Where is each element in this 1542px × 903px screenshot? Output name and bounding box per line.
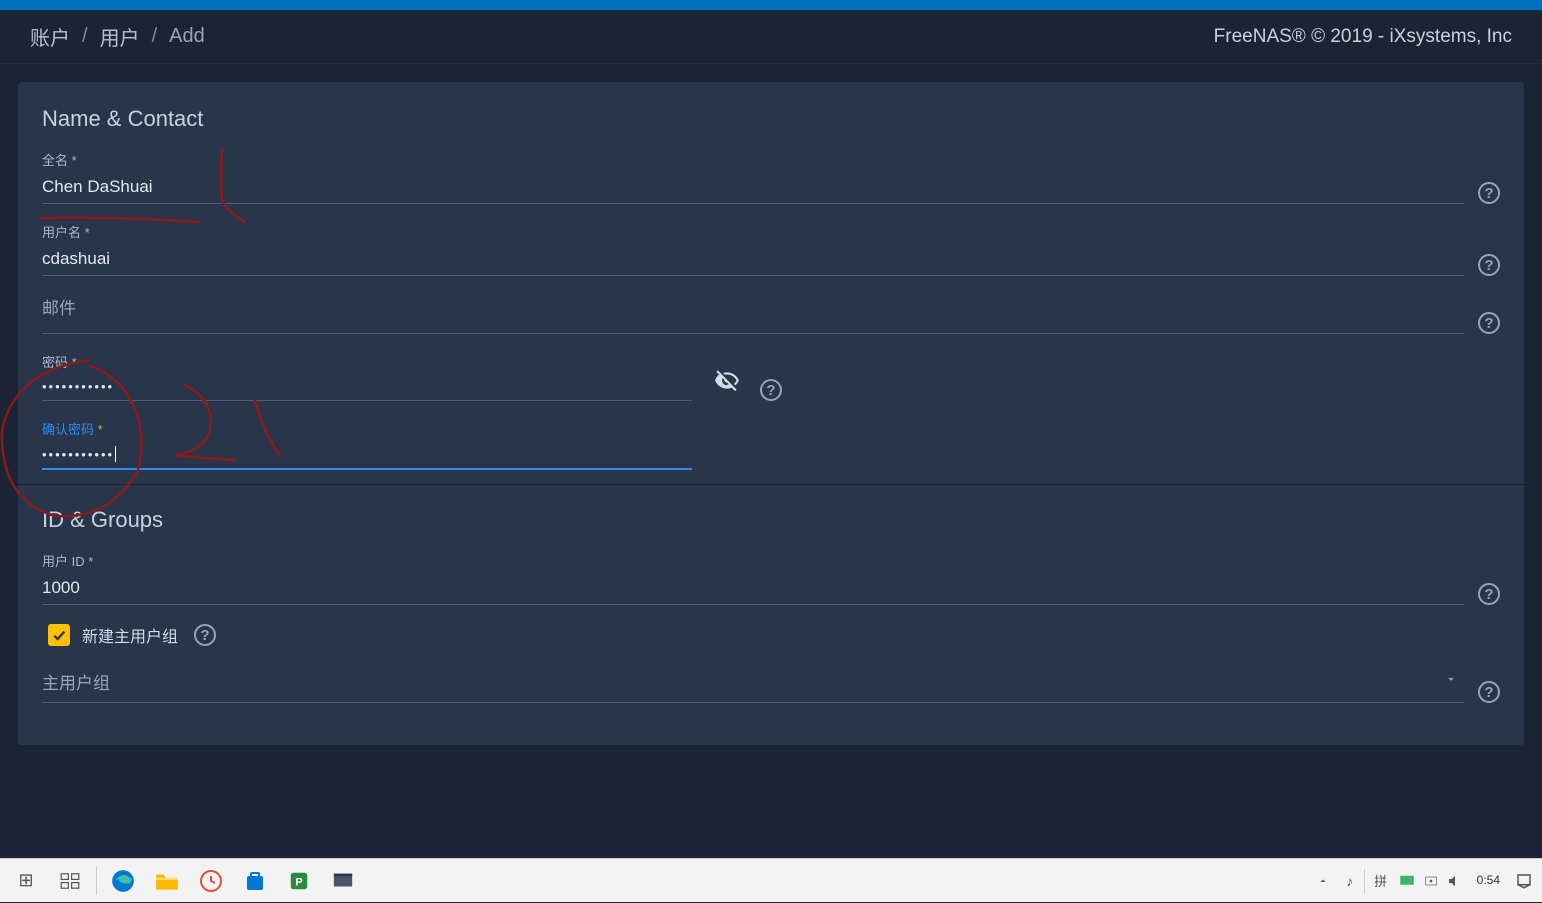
userid-input[interactable] [42, 574, 1464, 605]
section-divider [18, 484, 1524, 485]
password-input[interactable] [42, 375, 692, 401]
notification-icon[interactable] [1510, 859, 1538, 903]
content-area: Name & Contact 全名 ? 用户名 ? 邮件 ? [0, 64, 1542, 834]
store-icon[interactable] [233, 859, 277, 903]
help-icon[interactable]: ? [1478, 182, 1500, 204]
primary-group-label: 主用户组 [42, 669, 110, 694]
tray-icon-2[interactable] [1395, 859, 1419, 903]
confirm-password-input[interactable]: ••••••••••• [42, 442, 692, 470]
top-accent-bar [0, 0, 1542, 10]
breadcrumb-separator: / [82, 25, 88, 48]
password-label: 密码 [42, 352, 692, 371]
app-icon[interactable] [189, 859, 233, 903]
tray-arrow-icon[interactable] [1308, 859, 1338, 903]
breadcrumb-item-add: Add [169, 25, 205, 48]
breadcrumb-item-users[interactable]: 用户 [100, 22, 140, 51]
svg-text:P: P [295, 876, 302, 888]
taskbar: ⊞ P ♪ 拼 0:54 [0, 858, 1542, 902]
username-label: 用户名 [42, 222, 1464, 241]
app-icon-3[interactable] [321, 859, 365, 903]
help-icon[interactable]: ? [1478, 312, 1500, 334]
volume-icon[interactable] [1443, 859, 1467, 903]
confirm-password-label: 确认密码 [42, 419, 692, 438]
brand-text: FreeNAS® © 2019 - iXsystems, Inc [1214, 26, 1512, 48]
fullname-label: 全名 [42, 150, 1464, 169]
edge-icon[interactable] [101, 859, 145, 903]
breadcrumb-separator: / [152, 25, 158, 48]
help-icon[interactable]: ? [1478, 254, 1500, 276]
breadcrumb-item-account[interactable]: 账户 [30, 22, 70, 51]
userid-label: 用户 ID [42, 551, 1464, 570]
new-primary-group-label: 新建主用户组 [82, 623, 178, 647]
help-icon[interactable]: ? [194, 624, 216, 646]
ime-icon[interactable]: 拼 [1367, 859, 1395, 903]
fullname-input[interactable] [42, 173, 1464, 204]
task-view-icon[interactable] [48, 859, 92, 903]
form-panel: Name & Contact 全名 ? 用户名 ? 邮件 ? [18, 82, 1524, 745]
help-icon[interactable]: ? [1478, 583, 1500, 605]
taskbar-clock[interactable]: 0:54 [1467, 873, 1510, 887]
tray-icon[interactable]: ♪ [1338, 859, 1362, 903]
visibility-off-icon[interactable] [712, 368, 742, 399]
file-explorer-icon[interactable] [145, 859, 189, 903]
username-input[interactable] [42, 245, 1464, 276]
breadcrumb: 账户 / 用户 / Add [30, 22, 205, 51]
breadcrumb-bar: 账户 / 用户 / Add FreeNAS® © 2019 - iXsystem… [0, 10, 1542, 64]
network-icon[interactable] [1419, 859, 1443, 903]
chevron-down-icon [1444, 672, 1458, 691]
help-icon[interactable]: ? [1478, 681, 1500, 703]
section-title-id-groups: ID & Groups [42, 507, 1500, 533]
email-input[interactable] [42, 303, 1464, 334]
help-icon[interactable]: ? [760, 379, 782, 401]
app-icon-2[interactable]: P [277, 859, 321, 903]
primary-group-select[interactable]: 主用户组 [42, 669, 1464, 703]
section-title-name-contact: Name & Contact [42, 106, 1500, 132]
new-primary-group-checkbox[interactable] [48, 624, 70, 646]
task-icon[interactable]: ⊞ [4, 859, 48, 903]
